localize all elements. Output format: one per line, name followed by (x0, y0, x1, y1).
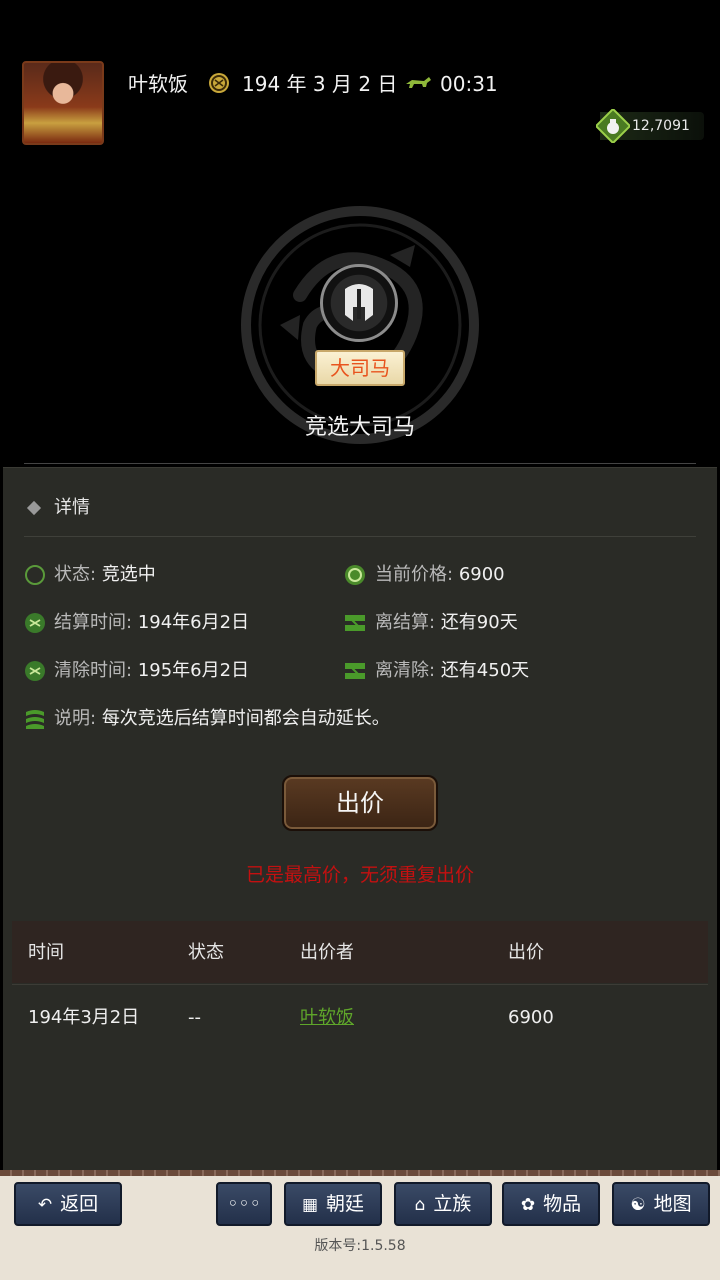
warning-message: 已是最高价，无须重复出价 (245, 864, 474, 886)
price-coin-icon (345, 565, 365, 585)
player-name: 叶软饭 (128, 72, 188, 96)
to-settle-value: 还有90天 (440, 612, 518, 633)
cell-time: 194年3月2日 (28, 1007, 140, 1028)
horse-icon (406, 77, 431, 88)
version-label: 版本号:1.5.58 (314, 1238, 406, 1254)
court-button[interactable]: ▦ 朝廷 (284, 1182, 382, 1226)
countdown-icon (345, 663, 365, 679)
calendar-coin-icon (209, 73, 229, 93)
more-button[interactable]: ◦◦◦ (216, 1182, 272, 1226)
table-header (12, 921, 708, 983)
items-label: 物品 (543, 1193, 582, 1215)
back-arrow-icon: ↶ (37, 1195, 53, 1215)
calendar-coin-icon (25, 661, 45, 681)
map-icon: ☯ (630, 1195, 646, 1215)
to-clear-row: 离清除: 还有450天 (375, 658, 529, 684)
items-button[interactable]: ✿ 物品 (502, 1182, 600, 1226)
price-value: 6900 (458, 564, 505, 585)
map-button[interactable]: ☯ 地图 (612, 1182, 710, 1226)
status-circle-icon (25, 565, 45, 585)
office-rank-badge: 大司马 (315, 350, 405, 386)
col-header-status: 状态 (188, 942, 224, 963)
note-scroll-icon (26, 710, 44, 729)
clear-value: 195年6月2日 (137, 660, 250, 681)
status-label: 状态: (54, 564, 97, 585)
countdown-icon (345, 615, 365, 631)
col-header-bid: 出价 (508, 942, 544, 963)
details-heading: 详情 (54, 497, 90, 518)
status-row: 状态: 竞选中 (54, 562, 156, 588)
clan-label: 立族 (433, 1193, 472, 1215)
clear-label: 清除时间: (54, 660, 133, 681)
col-header-bidder: 出价者 (300, 942, 354, 963)
house-icon: ⌂ (414, 1195, 426, 1215)
money-amount: 12,7091 (632, 118, 690, 134)
status-value: 竞选中 (101, 564, 156, 585)
money-bag-icon (596, 109, 630, 143)
cell-status: -- (188, 1007, 201, 1028)
settle-value: 194年6月2日 (137, 612, 250, 633)
back-button[interactable]: ↶ 返回 (14, 1182, 122, 1226)
price-label: 当前价格: (375, 564, 454, 585)
to-settle-row: 离结算: 还有90天 (375, 610, 518, 636)
clan-button[interactable]: ⌂ 立族 (394, 1182, 492, 1226)
note-label: 说明: (54, 708, 97, 729)
palace-icon: ▦ (301, 1195, 319, 1215)
price-row: 当前价格: 6900 (375, 562, 505, 588)
col-header-time: 时间 (28, 942, 64, 963)
calendar-coin-icon (25, 613, 45, 633)
map-label: 地图 (653, 1193, 692, 1215)
game-time: 00:31 (440, 72, 498, 96)
divider (12, 984, 708, 985)
settle-label: 结算时间: (54, 612, 133, 633)
note-value: 每次竞选后结算时间都会自动延长。 (101, 708, 390, 729)
divider (24, 536, 696, 537)
back-label: 返回 (60, 1193, 99, 1215)
bid-button[interactable]: 出价 (282, 775, 438, 831)
player-avatar[interactable] (22, 61, 104, 145)
to-clear-value: 还有450天 (440, 660, 530, 681)
divider (24, 463, 696, 464)
items-icon: ✿ (520, 1195, 536, 1215)
clear-row: 清除时间: 195年6月2日 (54, 658, 249, 684)
office-helmet-icon (320, 264, 398, 342)
settle-row: 结算时间: 194年6月2日 (54, 610, 249, 636)
to-settle-label: 离结算: (375, 612, 436, 633)
game-date: 194 年 3 月 2 日 (242, 72, 398, 96)
page-title: 竞选大司马 (304, 415, 415, 440)
cell-bid: 6900 (508, 1007, 554, 1028)
court-label: 朝廷 (326, 1193, 365, 1215)
cell-bidder-link[interactable]: 叶软饭 (300, 1005, 354, 1031)
to-clear-label: 离清除: (375, 660, 436, 681)
note-row: 说明: 每次竞选后结算时间都会自动延长。 (54, 706, 390, 732)
